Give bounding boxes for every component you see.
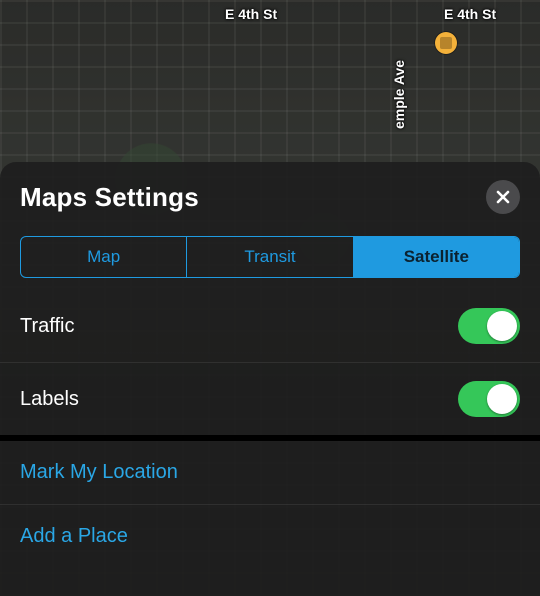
traffic-toggle[interactable] [458, 308, 520, 344]
labels-toggle[interactable] [458, 381, 520, 417]
labels-row: Labels [0, 363, 540, 435]
mark-my-location-label: Mark My Location [20, 461, 178, 484]
road-label-vertical: emple Ave [391, 60, 407, 129]
segment-map[interactable]: Map [21, 237, 187, 277]
sheet-title: Maps Settings [20, 182, 199, 213]
road-label: E 4th St [444, 6, 496, 22]
maps-settings-sheet: Maps Settings Map Transit Satellite Traf… [0, 162, 540, 596]
road-label: E 4th St [225, 6, 277, 22]
close-button[interactable] [486, 180, 520, 214]
view-mode-segmented-control: Map Transit Satellite [20, 236, 520, 278]
add-a-place-label: Add a Place [20, 525, 128, 548]
traffic-row: Traffic [0, 290, 540, 363]
segment-satellite[interactable]: Satellite [354, 237, 519, 277]
traffic-label: Traffic [20, 315, 74, 338]
poi-marker-icon[interactable] [435, 32, 457, 54]
segment-transit[interactable]: Transit [187, 237, 353, 277]
mark-my-location-button[interactable]: Mark My Location [0, 441, 540, 505]
add-a-place-button[interactable]: Add a Place [0, 505, 540, 568]
labels-label: Labels [20, 388, 79, 411]
close-icon [495, 189, 511, 205]
